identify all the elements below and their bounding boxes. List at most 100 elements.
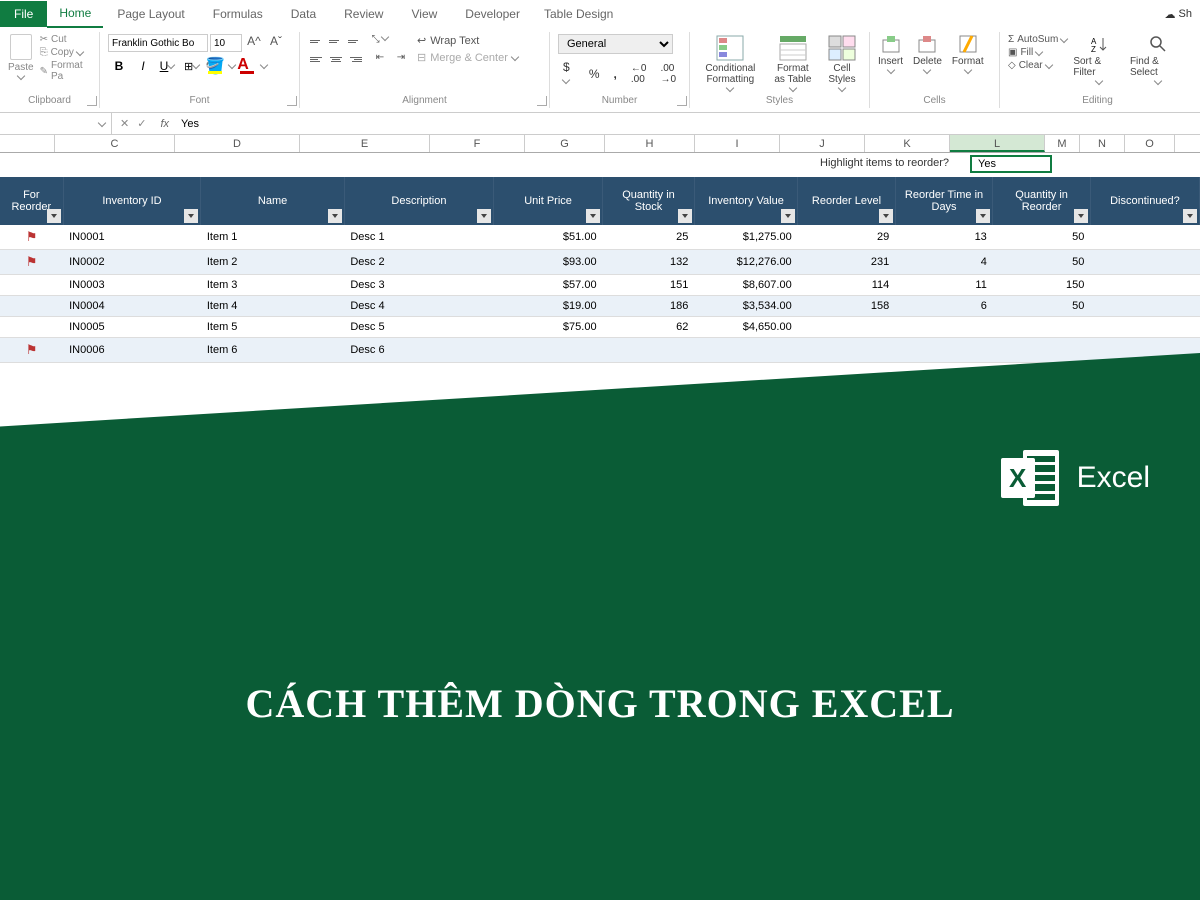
group-expand-icon[interactable] [287,96,297,106]
table-row[interactable]: IN0004Item 4Desc 4$19.00186$3,534.001586… [0,296,1200,317]
wrap-text-button[interactable]: ↩ Wrap Text [417,34,518,47]
cell-styles-button[interactable]: Cell Styles [823,34,861,93]
header-unit-price[interactable]: Unit Price [494,177,603,225]
name-box[interactable] [0,113,112,134]
column-header-O[interactable]: O [1125,135,1175,152]
enter-icon[interactable]: ✓ [137,117,146,130]
filter-arrow-icon[interactable] [781,209,795,223]
tab-formulas[interactable]: Formulas [199,1,277,27]
header-reorder-time-in-days[interactable]: Reorder Time in Days [895,177,993,225]
header-inventory-id[interactable]: Inventory ID [63,177,201,225]
bold-button[interactable]: B [108,56,130,76]
worksheet[interactable]: Highlight items to reorder? Yes For Reor… [0,153,1200,363]
find-select-button[interactable]: Find & Select [1130,34,1187,86]
filter-arrow-icon[interactable] [328,209,342,223]
tab-home[interactable]: Home [47,0,103,28]
font-name-select[interactable] [108,34,208,52]
column-header-N[interactable]: N [1080,135,1125,152]
table-row[interactable]: IN0005Item 5Desc 5$75.0062$4,650.00 [0,317,1200,338]
clear-button[interactable]: ◇ Clear [1008,60,1067,71]
group-expand-icon[interactable] [537,96,547,106]
font-color-button[interactable]: A [237,56,259,76]
filter-arrow-icon[interactable] [586,209,600,223]
column-header-E[interactable]: E [300,135,430,152]
filter-arrow-icon[interactable] [879,209,893,223]
fx-icon[interactable]: fx [154,118,175,130]
header-for-reorder[interactable]: For Reorder [0,177,63,225]
copy-button[interactable]: ⎘ Copy [40,47,91,58]
column-header-D[interactable]: D [175,135,300,152]
align-left-button[interactable] [308,52,326,67]
column-header-F[interactable]: F [430,135,525,152]
tab-data[interactable]: Data [277,1,330,27]
column-header-J[interactable]: J [780,135,865,152]
chevron-down-icon[interactable] [260,61,268,69]
italic-button[interactable]: I [132,56,154,76]
decrease-decimal-button[interactable]: .00→0 [655,61,681,87]
delete-button[interactable]: Delete [913,34,942,75]
tab-developer[interactable]: Developer [451,1,534,27]
insert-button[interactable]: Insert [878,34,903,75]
header-description[interactable]: Description [344,177,493,225]
filter-arrow-icon[interactable] [184,209,198,223]
column-header-H[interactable]: H [605,135,695,152]
header-quantity-in-reorder[interactable]: Quantity in Reorder [993,177,1091,225]
align-center-button[interactable] [327,52,345,67]
merge-center-button[interactable]: ⊟ Merge & Center [417,51,518,64]
column-header-blank[interactable] [0,135,55,152]
borders-button[interactable]: ⊞ [180,60,203,73]
group-expand-icon[interactable] [677,96,687,106]
format-painter-button[interactable]: ✎ Format Pa [40,60,91,82]
comma-button[interactable]: , [609,65,622,83]
increase-indent-button[interactable]: ⇥ [391,52,411,67]
header-reorder-level[interactable]: Reorder Level [798,177,896,225]
column-header-K[interactable]: K [865,135,950,152]
format-as-table-button[interactable]: Format as Table [769,34,817,93]
header-discontinued?[interactable]: Discontinued? [1090,177,1199,225]
increase-decimal-button[interactable]: ←0.00 [626,61,652,87]
filter-arrow-icon[interactable] [678,209,692,223]
column-header-M[interactable]: M [1045,135,1080,152]
table-row[interactable]: ⚑IN0002Item 2Desc 2$93.00132$12,276.0023… [0,250,1200,275]
align-right-button[interactable] [346,52,364,67]
table-row[interactable]: ⚑IN0001Item 1Desc 1$51.0025$1,275.002913… [0,225,1200,250]
filter-arrow-icon[interactable] [47,209,61,223]
cut-button[interactable]: ✂ Cut [40,34,91,45]
column-header-L[interactable]: L [950,135,1045,152]
sort-filter-button[interactable]: AZ Sort & Filter [1073,34,1124,86]
tab-page-layout[interactable]: Page Layout [103,1,198,27]
paste-button[interactable]: Paste [8,34,34,82]
filter-arrow-icon[interactable] [477,209,491,223]
column-header-G[interactable]: G [525,135,605,152]
align-top-button[interactable] [308,34,326,49]
format-button[interactable]: Format [952,34,984,75]
percent-button[interactable]: % [584,65,605,83]
formula-input[interactable]: Yes [175,118,1200,130]
tab-file[interactable]: File [0,1,47,27]
font-decrease-button[interactable]: Aˇ [266,34,286,52]
fill-button[interactable]: ▣ Fill [1008,47,1067,58]
table-row[interactable]: IN0003Item 3Desc 3$57.00151$8,607.001141… [0,275,1200,296]
share-button[interactable]: ☁ Sh [1157,4,1200,25]
font-increase-button[interactable]: A^ [244,34,264,52]
align-bottom-button[interactable] [346,34,364,49]
currency-button[interactable]: $ [558,58,580,90]
decrease-indent-button[interactable]: ⇤ [370,52,390,67]
number-format-select[interactable]: General [558,34,673,54]
conditional-formatting-button[interactable]: Conditional Formatting [698,34,763,93]
filter-arrow-icon[interactable] [976,209,990,223]
chevron-down-icon[interactable] [228,61,236,69]
column-header-C[interactable]: C [55,135,175,152]
tab-view[interactable]: View [397,1,451,27]
tab-table-design[interactable]: Table Design [534,1,623,27]
column-header-I[interactable]: I [695,135,780,152]
orientation-button[interactable]: ⤡ [370,34,390,49]
header-name[interactable]: Name [201,177,344,225]
group-expand-icon[interactable] [87,96,97,106]
cancel-icon[interactable]: ✕ [120,117,129,130]
font-size-select[interactable] [210,34,242,52]
tab-review[interactable]: Review [330,1,397,27]
underline-button[interactable]: U [156,56,178,76]
highlight-value-cell[interactable]: Yes [970,155,1052,173]
filter-arrow-icon[interactable] [1074,209,1088,223]
